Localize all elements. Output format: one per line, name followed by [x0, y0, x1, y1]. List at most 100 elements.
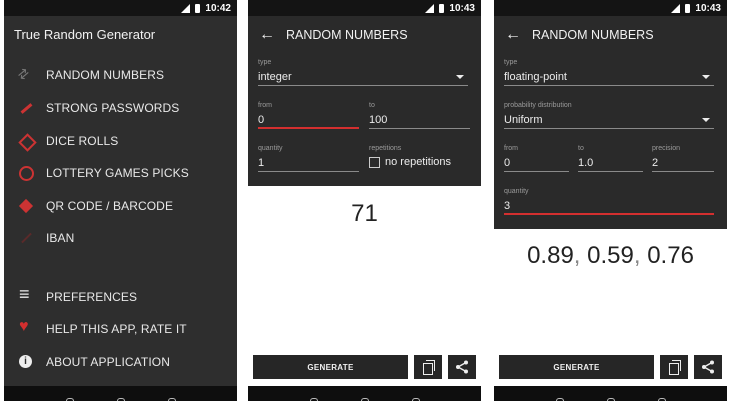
- status-time: 10:42: [205, 2, 231, 14]
- quantity-field[interactable]: quantity 3: [504, 188, 714, 215]
- info-icon: [18, 354, 34, 370]
- copy-icon[interactable]: [414, 355, 442, 379]
- no-repetitions-checkbox[interactable]: no repetitions: [369, 156, 451, 168]
- menu-item-preferences[interactable]: PREFERENCES: [4, 282, 237, 312]
- result-value: 0.89: [527, 242, 574, 269]
- battery-icon: [685, 3, 691, 13]
- field-caption: from: [258, 102, 272, 109]
- result-value: 0.76: [647, 242, 694, 269]
- back-arrow-icon[interactable]: ←: [248, 26, 286, 44]
- field-caption: precision: [652, 145, 681, 152]
- back-arrow-icon[interactable]: ←: [494, 26, 532, 44]
- menu-item-label: HELP THIS APP, RATE IT: [46, 322, 187, 336]
- type-select[interactable]: type integer: [258, 59, 468, 86]
- result-value: 71: [351, 200, 378, 227]
- menu-item-random-numbers[interactable]: RANDOM NUMBERS: [4, 60, 237, 90]
- screen-title: RANDOM NUMBERS: [286, 28, 408, 42]
- app-bar: ← RANDOM NUMBERS: [494, 16, 727, 54]
- field-caption: quantity: [258, 145, 283, 152]
- field-caption: to: [369, 102, 375, 109]
- field-caption: repetitions: [369, 145, 402, 152]
- menu-item-qr-code[interactable]: QR CODE / BARCODE: [4, 191, 237, 221]
- arrows-icon: [18, 67, 34, 83]
- status-bar: 10:42: [4, 0, 237, 16]
- field-value: 0: [504, 154, 569, 172]
- generate-button[interactable]: GENERATE: [253, 355, 408, 379]
- lottery-icon: [18, 165, 34, 181]
- signal-icon: [671, 3, 681, 13]
- floating-point-screen: 10:43 ← RANDOM NUMBERS type floating-poi…: [494, 0, 727, 401]
- app-title: True Random Generator: [14, 27, 156, 42]
- menu-item-label: STRONG PASSWORDS: [46, 101, 180, 115]
- dice-icon: [18, 133, 34, 149]
- share-icon[interactable]: [448, 355, 476, 379]
- system-nav-bar: [248, 386, 481, 401]
- menu-item-iban[interactable]: IBAN: [4, 223, 237, 253]
- menu-item-label: PREFERENCES: [46, 290, 138, 304]
- menu-item-strong-passwords[interactable]: STRONG PASSWORDS: [4, 93, 237, 123]
- distribution-select[interactable]: probability distribution Uniform: [504, 102, 714, 129]
- battery-icon: [439, 3, 445, 13]
- status-time: 10:43: [695, 2, 721, 14]
- to-field[interactable]: to 1.0: [578, 145, 643, 172]
- menu-item-rate-app[interactable]: HELP THIS APP, RATE IT: [4, 314, 237, 344]
- field-value: Uniform: [504, 114, 543, 126]
- menu-item-label: RANDOM NUMBERS: [46, 68, 165, 82]
- field-value: floating-point: [504, 71, 567, 83]
- field-value: 100: [369, 111, 470, 129]
- menu-item-about[interactable]: ABOUT APPLICATION: [4, 347, 237, 377]
- key-icon: [18, 100, 34, 116]
- menu-item-label: DICE ROLLS: [46, 134, 119, 148]
- generate-button[interactable]: GENERATE: [499, 355, 654, 379]
- repetitions-group: repetitions: [369, 145, 470, 154]
- system-nav-bar: [494, 386, 727, 401]
- system-nav-bar: [4, 386, 237, 401]
- results-line: 0.89, 0.59, 0.76: [494, 242, 727, 270]
- dropdown-caret-icon: [456, 75, 464, 79]
- action-bar: GENERATE: [253, 355, 476, 379]
- drawer-screen: 10:42 True Random Generator RANDOM NUMBE…: [4, 0, 237, 401]
- field-caption: type: [504, 59, 518, 66]
- status-bar: 10:43: [494, 0, 727, 16]
- menu-item-label: ABOUT APPLICATION: [46, 355, 170, 369]
- integer-screen: 10:43 ← RANDOM NUMBERS type integer from…: [248, 0, 481, 401]
- menu-item-label: IBAN: [46, 231, 75, 245]
- battery-icon: [195, 3, 201, 13]
- qr-code-icon: [18, 198, 34, 214]
- checkbox-label: no repetitions: [385, 156, 452, 168]
- field-value: 2: [652, 154, 714, 172]
- field-value: 1.0: [578, 154, 643, 172]
- field-value: 3: [504, 197, 714, 215]
- share-icon[interactable]: [694, 355, 722, 379]
- signal-icon: [425, 3, 435, 13]
- menu-item-dice-rolls[interactable]: DICE ROLLS: [4, 126, 237, 156]
- field-caption: probability distribution: [504, 102, 572, 109]
- from-field[interactable]: from 0: [504, 145, 569, 172]
- type-select[interactable]: type floating-point: [504, 59, 714, 86]
- status-bar: 10:43: [248, 0, 481, 16]
- result-separator: ,: [573, 242, 581, 269]
- app-bar: ← RANDOM NUMBERS: [248, 16, 481, 54]
- field-caption: from: [504, 145, 518, 152]
- preferences-icon: [18, 284, 34, 305]
- field-caption: to: [578, 145, 584, 152]
- from-field[interactable]: from 0: [258, 102, 359, 129]
- field-value: 0: [258, 111, 359, 129]
- precision-field[interactable]: precision 2: [652, 145, 714, 172]
- quantity-field[interactable]: quantity 1: [258, 145, 359, 172]
- dropdown-caret-icon: [702, 118, 710, 122]
- to-field[interactable]: to 100: [369, 102, 470, 129]
- iban-icon: [18, 230, 34, 246]
- menu-item-label: QR CODE / BARCODE: [46, 199, 174, 213]
- menu-item-lottery[interactable]: LOTTERY GAMES PICKS: [4, 158, 237, 188]
- field-value: integer: [258, 71, 292, 83]
- screen-title: RANDOM NUMBERS: [532, 28, 654, 42]
- checkbox-box[interactable]: [369, 156, 380, 168]
- copy-icon[interactable]: [660, 355, 688, 379]
- result-value: 0.59: [587, 242, 634, 269]
- settings-panel: ← RANDOM NUMBERS type floating-point pro…: [494, 16, 727, 229]
- action-bar: GENERATE: [499, 355, 722, 379]
- status-time: 10:43: [449, 2, 475, 14]
- signal-icon: [181, 3, 191, 13]
- heart-icon: [18, 318, 34, 337]
